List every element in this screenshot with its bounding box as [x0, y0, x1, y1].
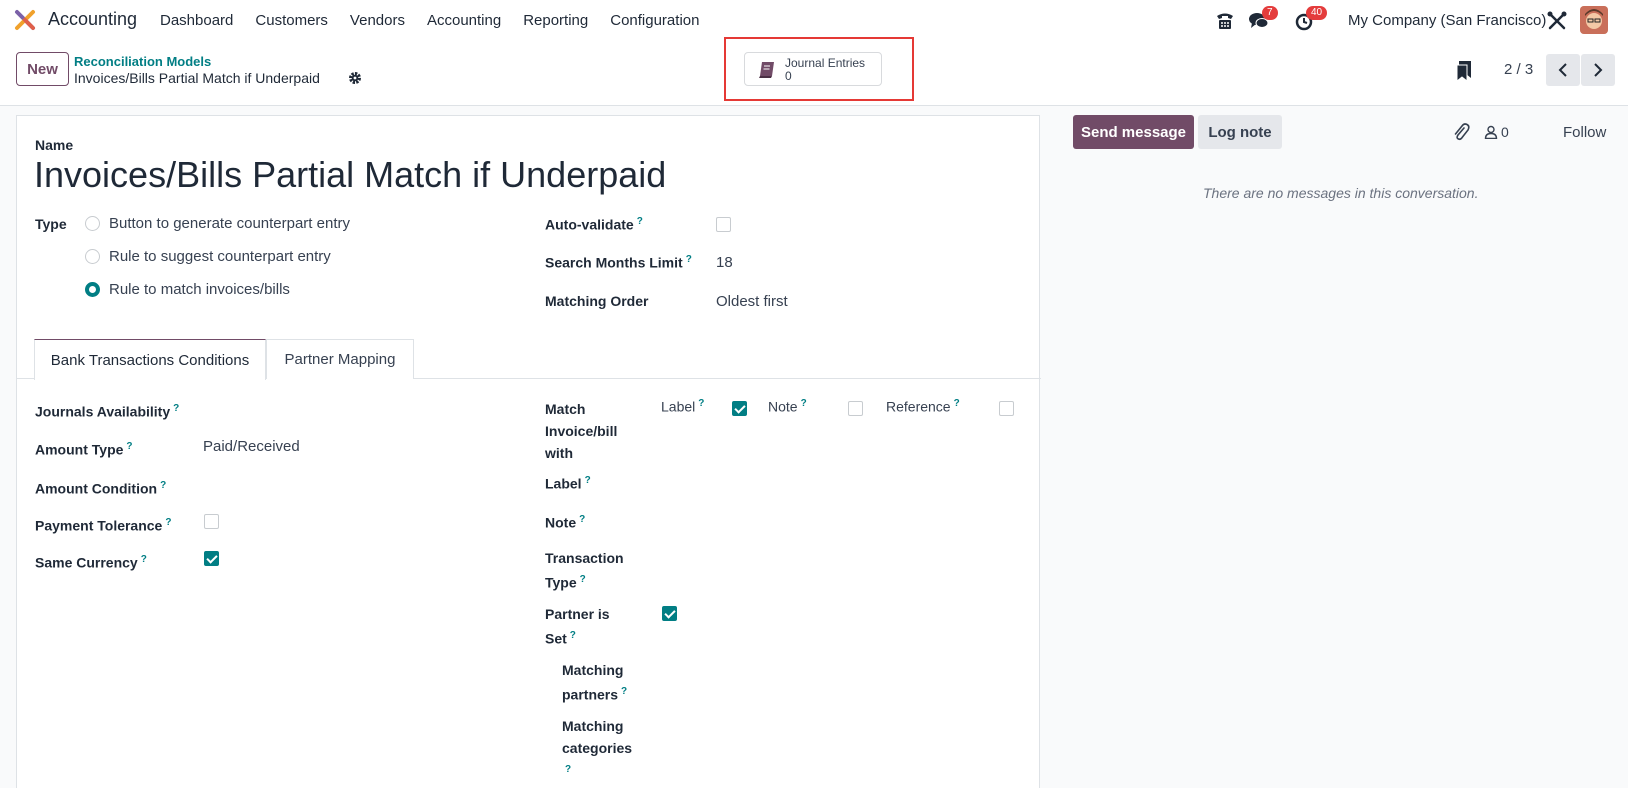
menu-dashboard[interactable]: Dashboard: [160, 12, 233, 29]
pager-next-button[interactable]: [1581, 54, 1615, 86]
match-reference-option: Reference?: [886, 398, 960, 415]
chevron-left-icon: [1558, 63, 1567, 77]
record-name-input[interactable]: Invoices/Bills Partial Match if Underpai…: [34, 154, 666, 196]
match-reference-checkbox[interactable]: [999, 401, 1014, 416]
search-months-input[interactable]: 18: [716, 254, 733, 271]
match-note-checkbox[interactable]: [848, 401, 863, 416]
user-avatar[interactable]: [1580, 6, 1608, 34]
partner-is-set-label: Partner is Set?: [545, 606, 610, 647]
payment-tolerance-checkbox[interactable]: [204, 514, 219, 529]
match-with-label: Match Invoice/bill with: [545, 401, 618, 461]
main-menu: Dashboard Customers Vendors Accounting R…: [160, 12, 721, 29]
follow-button[interactable]: Follow: [1563, 124, 1606, 141]
auto-validate-label: Auto-validate?: [545, 216, 643, 233]
radio-button-match[interactable]: [85, 282, 100, 297]
partner-is-set-checkbox[interactable]: [662, 606, 677, 621]
type-label: Type: [35, 216, 67, 232]
menu-configuration[interactable]: Configuration: [610, 12, 699, 29]
auto-validate-checkbox[interactable]: [716, 217, 731, 232]
radio-button-generate[interactable]: [85, 216, 100, 231]
new-button[interactable]: New: [16, 52, 69, 86]
matching-categories-label: Matching categories ?: [562, 718, 633, 775]
radio-button-suggest[interactable]: [85, 249, 100, 264]
menu-accounting[interactable]: Accounting: [427, 12, 501, 29]
user-avatar-image: [1580, 6, 1608, 34]
amount-condition-label: Amount Condition?: [35, 480, 167, 497]
search-months-label: Search Months Limit?: [545, 254, 692, 271]
amount-type-select[interactable]: Paid/Received: [203, 438, 300, 455]
smart-button-count: 0: [785, 69, 792, 83]
tab-bank-transactions-conditions[interactable]: Bank Transactions Conditions: [34, 339, 266, 380]
accounting-app-icon[interactable]: [14, 9, 36, 31]
breadcrumb-parent[interactable]: Reconciliation Models: [74, 54, 211, 69]
notebook-tabs: Bank Transactions Conditions Partner Map…: [17, 339, 1041, 380]
amount-type-label: Amount Type?: [35, 441, 133, 458]
chevron-right-icon: [1594, 63, 1603, 77]
top-navbar: Accounting Dashboard Customers Vendors A…: [0, 0, 1628, 40]
type-option-match[interactable]: Rule to match invoices/bills: [85, 281, 290, 298]
pager-previous-button[interactable]: [1546, 54, 1580, 86]
match-label-option: Label?: [661, 398, 705, 415]
menu-vendors[interactable]: Vendors: [350, 12, 405, 29]
transaction-type-label: Transaction Type?: [545, 550, 624, 591]
type-option-label: Rule to match invoices/bills: [109, 281, 290, 298]
phone-icon[interactable]: [1214, 10, 1236, 32]
bookmark-icon[interactable]: [1456, 61, 1472, 81]
no-messages-text: There are no messages in this conversati…: [1203, 185, 1479, 201]
match-label-checkbox[interactable]: [732, 401, 747, 416]
same-currency-label: Same Currency?: [35, 554, 147, 571]
user-icon: [1484, 125, 1498, 139]
form-sheet: Name Invoices/Bills Partial Match if Und…: [16, 115, 1041, 788]
type-option-label: Button to generate counterpart entry: [109, 215, 350, 232]
followers-count: 0: [1501, 124, 1509, 140]
label-condition-label: Label?: [545, 475, 591, 492]
app-name[interactable]: Accounting: [48, 9, 137, 30]
name-label: Name: [35, 137, 74, 153]
matching-order-select[interactable]: Oldest first: [716, 293, 788, 310]
followers-button[interactable]: 0: [1484, 124, 1509, 140]
activities-badge: 40: [1306, 6, 1328, 20]
note-condition-label: Note?: [545, 514, 586, 531]
type-option-button[interactable]: Button to generate counterpart entry: [85, 215, 350, 232]
messages-button[interactable]: 7: [1248, 6, 1278, 32]
breadcrumb-current: Invoices/Bills Partial Match if Underpai…: [74, 70, 320, 86]
matching-partners-label: Matching partners?: [562, 662, 628, 703]
menu-customers[interactable]: Customers: [255, 12, 328, 29]
log-note-button[interactable]: Log note: [1198, 115, 1282, 149]
tab-partner-mapping[interactable]: Partner Mapping: [266, 339, 414, 379]
payment-tolerance-label: Payment Tolerance?: [35, 517, 172, 534]
send-message-button[interactable]: Send message: [1073, 115, 1194, 149]
paperclip-icon[interactable]: [1452, 122, 1470, 142]
type-option-suggest[interactable]: Rule to suggest counterpart entry: [85, 248, 331, 265]
journals-availability-label: Journals Availability?: [35, 403, 180, 420]
smart-button-label: Journal Entries: [785, 56, 866, 70]
book-icon: [759, 62, 774, 78]
activities-button[interactable]: 40: [1294, 6, 1328, 32]
pager-value[interactable]: 2 / 3: [1504, 61, 1533, 78]
type-option-label: Rule to suggest counterpart entry: [109, 248, 331, 265]
journal-entries-smart-button[interactable]: Journal Entries 0: [744, 52, 882, 86]
matching-order-label: Matching Order: [545, 293, 649, 309]
same-currency-checkbox[interactable]: [204, 551, 219, 566]
messages-badge: 7: [1262, 6, 1278, 20]
match-note-option: Note?: [768, 398, 807, 415]
gear-icon[interactable]: [348, 71, 362, 85]
company-switcher[interactable]: My Company (San Francisco): [1348, 12, 1546, 29]
menu-reporting[interactable]: Reporting: [523, 12, 588, 29]
tools-icon[interactable]: [1546, 10, 1568, 32]
